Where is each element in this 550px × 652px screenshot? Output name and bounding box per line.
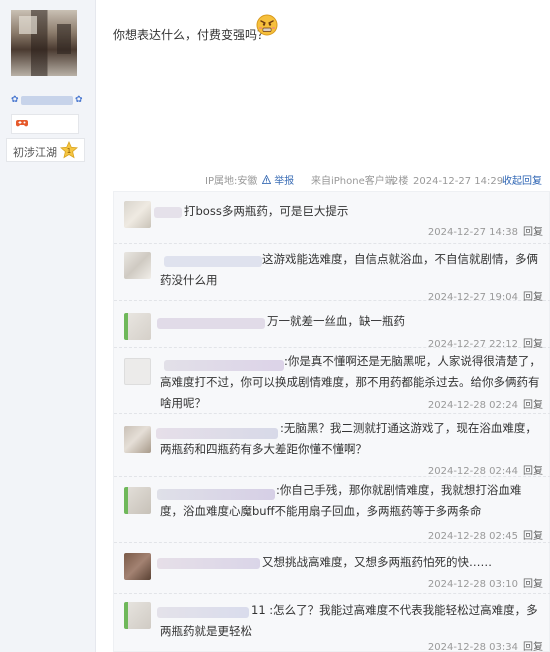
reply-time: 2024-12-27 14:38 <box>427 227 518 238</box>
reply-button[interactable]: 回复 <box>523 227 543 238</box>
avatar[interactable] <box>124 426 151 453</box>
level-label: 初涉江湖 <box>13 146 57 159</box>
reply-time: 2024-12-28 03:34 <box>427 642 518 652</box>
reply-item: :你自己手残，那你就剧情难度，我就想打浴血难度，浴血难度心魔buff不能用扇子回… <box>114 477 550 543</box>
username[interactable]: ✿ ✿ <box>11 95 83 107</box>
reply-item: 这游戏能选难度，自信点就浴血，不自信就剧情，多俩药没什么用 2024-12-27… <box>114 244 550 303</box>
reply-text: 这游戏能选难度，自信点就浴血，不自信就剧情，多俩药没什么用 <box>160 252 538 287</box>
username-blurred <box>21 96 73 105</box>
reply-text: 打boss多两瓶药，可是巨大提示 <box>184 204 349 218</box>
reply-button[interactable]: 回复 <box>523 466 543 477</box>
device-info: 来自iPhone客户端 <box>311 176 395 187</box>
vip-icon: ✿ <box>75 95 83 105</box>
vip-icon: ✿ <box>11 95 19 105</box>
reply-meta: 2024-12-28 02:44 回复 <box>428 462 543 477</box>
post-content: 你想表达什么，付费变强吗？ <box>113 28 270 42</box>
reply-text: :无脑黑？我二测就打通这游戏了，现在浴血难度，两瓶药和四瓶药有多大差距你懂不懂啊… <box>160 421 537 456</box>
level-badge[interactable]: 初涉江湖 1 <box>6 138 85 162</box>
game-badge[interactable] <box>11 114 79 134</box>
reply-text: :你自己手残，那你就剧情难度，我就想打浴血难度，浴血难度心魔buff不能用扇子回… <box>160 483 522 518</box>
collapse-replies-link[interactable]: 收起回复 <box>502 175 542 189</box>
ip-location: IP属地:安徽 <box>205 176 258 187</box>
reply-meta: 2024-12-28 02:45 回复 <box>428 527 543 542</box>
post-time: 2024-12-27 14:29 <box>413 176 504 187</box>
angry-face-emoji-icon <box>256 14 278 36</box>
warning-icon <box>262 175 271 184</box>
reply-meta: 2024-12-27 14:38 回复 <box>428 223 543 238</box>
reply-text: 11 :怎么了？我能过高难度不代表我能轻松过高难度，多两瓶药就是更轻松 <box>160 603 538 638</box>
reply-text: 万一就差一丝血，缺一瓶药 <box>267 314 405 328</box>
reply-item: 万一就差一丝血，缺一瓶药 2024-12-27 22:12 回复 <box>114 301 550 350</box>
reply-time: 2024-12-28 02:44 <box>427 466 518 477</box>
avatar[interactable] <box>124 553 151 580</box>
reply-item: 打boss多两瓶药，可是巨大提示 2024-12-27 14:38 回复 <box>114 192 550 244</box>
level-number: 1 <box>67 147 71 155</box>
user-panel: ✿ ✿ 初涉江湖 1 <box>0 0 96 652</box>
username-blurred[interactable] <box>154 207 182 218</box>
avatar[interactable] <box>124 602 151 629</box>
reply-button[interactable]: 回复 <box>523 579 543 590</box>
gamepad-icon <box>16 118 28 132</box>
username-blurred[interactable] <box>157 558 260 569</box>
reply-item: :无脑黑？我二测就打通这游戏了，现在浴血难度，两瓶药和四瓶药有多大差距你懂不懂啊… <box>114 414 550 477</box>
reply-text: 又想挑战高难度，又想多两瓶药怕死的快…… <box>262 555 492 569</box>
reply-button[interactable]: 回复 <box>523 531 543 542</box>
reply-meta: 2024-12-28 03:34 回复 <box>428 638 543 652</box>
avatar[interactable] <box>124 252 151 279</box>
reply-button[interactable]: 回复 <box>523 642 543 652</box>
username-blurred[interactable] <box>157 318 265 329</box>
reply-time: 2024-12-28 02:45 <box>427 531 518 542</box>
avatar[interactable] <box>124 358 151 385</box>
avatar[interactable] <box>124 313 151 340</box>
reply-item: :你是真不懂啊还是无脑黑呢，人家说得很清楚了，高难度打不过，你可以换成剧情难度，… <box>114 348 550 414</box>
reply-button[interactable]: 回复 <box>523 400 543 411</box>
report-label: 举报 <box>274 176 295 187</box>
avatar[interactable] <box>124 487 151 514</box>
reply-meta: 2024-12-28 03:10 回复 <box>428 575 543 590</box>
floor-number: 2楼 <box>392 176 409 187</box>
reply-time: 2024-12-28 03:10 <box>427 579 518 590</box>
avatar[interactable] <box>11 10 77 76</box>
reply-time: 2024-12-28 02:24 <box>427 400 518 411</box>
avatar[interactable] <box>124 201 151 228</box>
level-star-icon: 1 <box>60 141 78 159</box>
reply-meta: 2024-12-28 02:24 回复 <box>428 396 543 411</box>
reply-item: 11 :怎么了？我能过高难度不代表我能轻松过高难度，多两瓶药就是更轻松 2024… <box>114 594 550 652</box>
reply-list: 打boss多两瓶药，可是巨大提示 2024-12-27 14:38 回复 这游戏能… <box>113 191 550 652</box>
reply-item: 又想挑战高难度，又想多两瓶药怕死的快…… 2024-12-28 03:10 回复 <box>114 543 550 594</box>
report-link[interactable]: 举报 <box>262 175 294 189</box>
